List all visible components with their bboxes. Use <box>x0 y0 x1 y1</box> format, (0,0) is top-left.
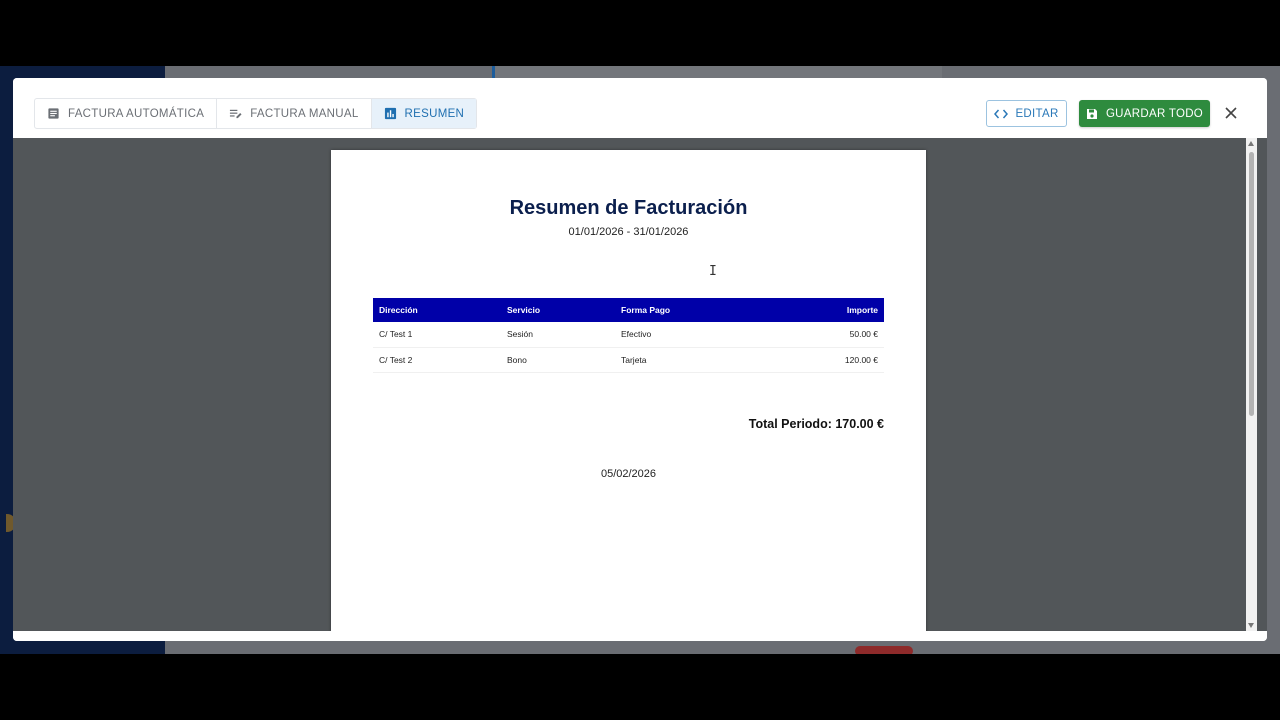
cell-forma-pago: Efectivo <box>615 322 765 348</box>
pdf-preview[interactable]: Resumen de Facturación 01/01/2026 - 31/0… <box>13 138 1267 631</box>
document-date: 05/02/2026 <box>600 468 657 480</box>
table-row: C/ Test 1 Sesión Efectivo 50.00 € <box>373 322 884 348</box>
tab-label: RESUMEN <box>404 107 465 120</box>
billing-table: Dirección Servicio Forma Pago Importe C/… <box>373 298 884 373</box>
document-list-icon <box>48 108 59 119</box>
table-row: C/ Test 2 Bono Tarjeta 120.00 € <box>373 347 884 373</box>
column-header-importe: Importe <box>765 298 884 322</box>
text-cursor-icon: I <box>709 264 717 279</box>
cell-servicio: Bono <box>501 347 615 373</box>
edit-notes-icon <box>230 109 242 119</box>
column-header-forma-pago: Forma Pago <box>615 298 765 322</box>
save-icon <box>1086 108 1097 119</box>
tab-factura-automatica[interactable]: FACTURA AUTOMÁTICA <box>35 99 218 128</box>
document-page: Resumen de Facturación 01/01/2026 - 31/0… <box>331 150 926 631</box>
vertical-scrollbar[interactable] <box>1246 138 1257 631</box>
modal-footer <box>13 631 1267 641</box>
tab-resumen[interactable]: RESUMEN <box>371 99 477 128</box>
invoice-modal: FACTURA AUTOMÁTICA FACTURA MANUAL RESUME… <box>13 78 1267 641</box>
document-title: Resumen de Facturación <box>509 197 748 219</box>
cell-direccion: C/ Test 2 <box>373 347 501 373</box>
total-period: Total Periodo: 170.00 € <box>748 417 884 431</box>
bar-chart-icon <box>384 107 396 120</box>
code-icon <box>994 109 1009 118</box>
cell-importe: 50.00 € <box>765 322 884 348</box>
close-icon <box>1225 107 1237 119</box>
scroll-up-arrow-icon[interactable] <box>1248 141 1254 146</box>
scroll-down-arrow-icon[interactable] <box>1248 623 1254 628</box>
cell-direccion: C/ Test 1 <box>373 322 501 348</box>
tab-bar: FACTURA AUTOMÁTICA FACTURA MANUAL RESUME… <box>34 98 478 129</box>
cell-importe: 120.00 € <box>765 347 884 373</box>
scroll-thumb[interactable] <box>1249 152 1254 416</box>
background-status-badge <box>855 646 913 654</box>
cell-forma-pago: Tarjeta <box>615 347 765 373</box>
column-header-servicio: Servicio <box>501 298 615 322</box>
tab-label: FACTURA AUTOMÁTICA <box>68 107 205 120</box>
column-header-direccion: Dirección <box>373 298 501 322</box>
tab-label: FACTURA MANUAL <box>250 107 359 120</box>
edit-button[interactable]: EDITAR <box>986 100 1067 127</box>
document-period: 01/01/2026 - 31/01/2026 <box>568 226 689 238</box>
close-button[interactable] <box>1222 104 1240 122</box>
cell-servicio: Sesión <box>501 322 615 348</box>
save-all-button-label: GUARDAR TODO <box>1105 107 1204 120</box>
tab-factura-manual[interactable]: FACTURA MANUAL <box>217 99 372 128</box>
modal-header: FACTURA AUTOMÁTICA FACTURA MANUAL RESUME… <box>13 78 1267 138</box>
save-all-button[interactable]: GUARDAR TODO <box>1079 100 1210 127</box>
table-header-row: Dirección Servicio Forma Pago Importe <box>373 298 884 322</box>
edit-button-label: EDITAR <box>1015 107 1059 120</box>
background-card <box>492 66 942 78</box>
